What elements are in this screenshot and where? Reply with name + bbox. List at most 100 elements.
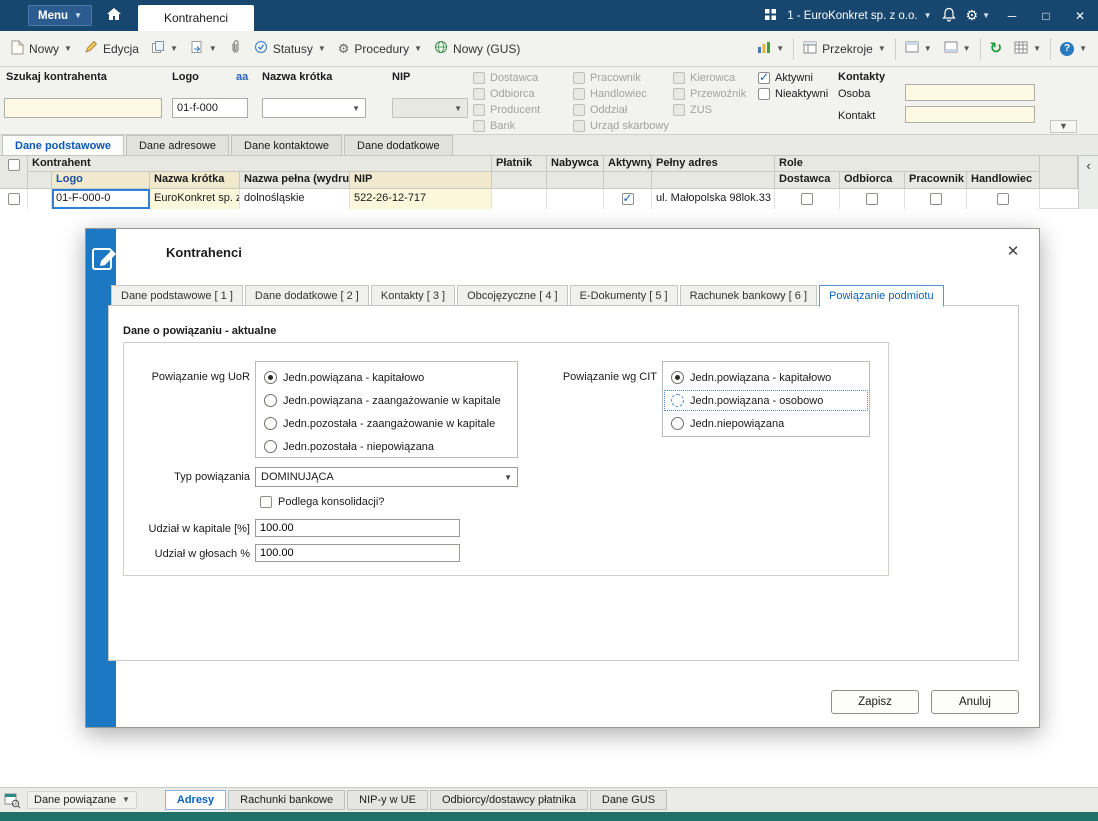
bottom-tab-rachunki-bankowe[interactable]: Rachunki bankowe bbox=[228, 790, 346, 810]
dialog-tab-dane-podstawowe[interactable]: Dane podstawowe [ 1 ] bbox=[111, 285, 243, 306]
cell-nabywca[interactable] bbox=[547, 189, 604, 209]
select-all-checkbox[interactable] bbox=[7, 159, 20, 171]
bottom-tab-odbiorcy-dostawcy[interactable]: Odbiorcy/dostawcy płatnika bbox=[429, 790, 588, 810]
company-selector[interactable]: 1 - EuroKonkret sp. z o.o. ▼ bbox=[787, 10, 931, 22]
cell-dostawca[interactable] bbox=[775, 189, 840, 209]
consolidation-checkbox[interactable]: Podlega konsolidacji? bbox=[260, 496, 384, 508]
table-row[interactable]: 01-F-000-0 EuroKonkret sp. z o.o. dolnoś… bbox=[0, 189, 1078, 209]
checkbox-nieaktywni[interactable]: Nieaktywni bbox=[758, 88, 828, 100]
cell-nazwa-krotka[interactable]: EuroKonkret sp. z o.o. bbox=[150, 189, 240, 209]
dialog-tab-powiazanie-podmiotu[interactable]: Powiązanie podmiotu bbox=[819, 285, 944, 307]
home-button[interactable] bbox=[106, 7, 122, 24]
bell-icon[interactable] bbox=[941, 7, 956, 25]
logo-input[interactable] bbox=[172, 98, 248, 118]
votes-share-input[interactable] bbox=[255, 544, 460, 562]
col-header-nazwa-krotka[interactable]: Nazwa krótka bbox=[150, 172, 240, 189]
menu-button[interactable]: Menu ▼ bbox=[28, 5, 92, 26]
bottom-tab-dane-gus[interactable]: Dane GUS bbox=[589, 790, 668, 810]
statuses-button[interactable]: Statusy ▼ bbox=[248, 36, 332, 61]
col-header-aktywny[interactable]: Aktywny bbox=[604, 156, 652, 172]
col-header-pelny-adres[interactable]: Pełny adres bbox=[652, 156, 775, 172]
dialog-tab-edokumenty[interactable]: E-Dokumenty [ 5 ] bbox=[569, 285, 678, 306]
apps-grid-icon[interactable] bbox=[764, 8, 777, 24]
relation-type-combo[interactable]: DOMINUJĄCA ▼ bbox=[255, 467, 518, 487]
group-header-role[interactable]: Role bbox=[775, 156, 1040, 172]
panel-layout-button[interactable]: ▼ bbox=[899, 37, 938, 60]
col-header-nazwa-pelna[interactable]: Nazwa pełna (wydruki) bbox=[240, 172, 350, 189]
save-button[interactable]: Zapisz bbox=[831, 690, 919, 714]
new-button[interactable]: Nowy ▼ bbox=[5, 36, 78, 62]
settings-gear-button[interactable]: ⚙ ▼ bbox=[966, 7, 990, 24]
radio-uor-2[interactable]: Jedn.pozostała - zaangażowanie w kapital… bbox=[256, 412, 517, 435]
col-header-nabywca[interactable]: Nabywca bbox=[547, 156, 604, 172]
radio-uor-3[interactable]: Jedn.pozostała - niepowiązana bbox=[256, 435, 517, 458]
handlowiec-checkbox[interactable] bbox=[997, 193, 1009, 205]
cell-nip[interactable]: 522-26-12-717 bbox=[350, 189, 492, 209]
filter-expand-button[interactable]: ▼ bbox=[1050, 120, 1077, 133]
select-all-cell[interactable] bbox=[0, 156, 28, 189]
cell-platnik[interactable] bbox=[492, 189, 547, 209]
col-header-dostawca[interactable]: Dostawca bbox=[775, 172, 840, 189]
chart-button[interactable]: ▼ bbox=[751, 37, 790, 61]
dialog-tab-rachunek-bankowy[interactable]: Rachunek bankowy [ 6 ] bbox=[679, 285, 818, 306]
dialog-tab-obcojezyczne[interactable]: Obcojęzyczne [ 4 ] bbox=[457, 285, 568, 306]
cell-pracownik[interactable] bbox=[905, 189, 967, 209]
copy-button[interactable]: ▼ bbox=[145, 36, 184, 61]
radio-uor-1[interactable]: Jedn.powiązana - zaangażowanie w kapital… bbox=[256, 389, 517, 412]
radio-uor-0[interactable]: Jedn.powiązana - kapitałowo bbox=[256, 366, 517, 389]
view-tab-dane-dodatkowe[interactable]: Dane dodatkowe bbox=[344, 135, 453, 155]
bottom-tab-nipy-w-ue[interactable]: NIP-y w UE bbox=[347, 790, 428, 810]
radio-cit-2[interactable]: Jedn.niepowiązana bbox=[663, 412, 869, 435]
col-header-pracownik[interactable]: Pracownik bbox=[905, 172, 967, 189]
col-header-nip[interactable]: NIP bbox=[350, 172, 492, 189]
short-name-combo[interactable]: ▼ bbox=[262, 98, 366, 118]
help-button[interactable]: ? ▼ bbox=[1054, 38, 1093, 60]
pracownik-checkbox[interactable] bbox=[929, 193, 942, 205]
contact-input[interactable] bbox=[905, 106, 1035, 123]
grid-settings-button[interactable]: ▼ bbox=[1008, 37, 1047, 61]
col-header-odbiorca[interactable]: Odbiorca bbox=[840, 172, 905, 189]
new-gus-button[interactable]: Nowy (GUS) bbox=[428, 36, 526, 61]
views-button[interactable]: Przekroje ▼ bbox=[797, 37, 892, 61]
cell-pelny-adres[interactable]: ul. Małopolska 98lok.33 bbox=[652, 189, 775, 209]
radio-cit-0[interactable]: Jedn.powiązana - kapitałowo bbox=[663, 366, 869, 389]
document-actions-button[interactable]: ▼ bbox=[184, 36, 223, 61]
radio-cit-1[interactable]: Jedn.powiązana - osobowo bbox=[663, 389, 869, 412]
maximize-button[interactable]: □ bbox=[1034, 4, 1058, 28]
view-tab-dane-podstawowe[interactable]: Dane podstawowe bbox=[2, 135, 124, 155]
case-toggle-button[interactable]: aa bbox=[236, 71, 248, 83]
search-input[interactable] bbox=[4, 98, 162, 118]
odbiorca-checkbox[interactable] bbox=[866, 193, 878, 205]
cancel-button[interactable]: Anuluj bbox=[931, 690, 1019, 714]
dialog-tab-kontakty[interactable]: Kontakty [ 3 ] bbox=[370, 285, 456, 306]
col-header-logo[interactable]: Logo bbox=[52, 172, 150, 189]
close-button[interactable]: ✕ bbox=[1068, 4, 1092, 28]
panel-layout-button-2[interactable]: ▼ bbox=[938, 37, 977, 60]
aktywny-checkbox[interactable] bbox=[621, 191, 634, 205]
dialog-tab-dane-dodatkowe[interactable]: Dane dodatkowe [ 2 ] bbox=[244, 285, 369, 306]
cell-aktywny[interactable] bbox=[604, 189, 652, 209]
dostawca-checkbox[interactable] bbox=[801, 193, 813, 205]
cell-handlowiec[interactable] bbox=[967, 189, 1040, 209]
tab-kontrahenci[interactable]: Kontrahenci bbox=[137, 5, 254, 31]
edit-button[interactable]: Edycja bbox=[78, 36, 145, 61]
cell-odbiorca[interactable] bbox=[840, 189, 905, 209]
procedures-button[interactable]: ⚙ Procedury ▼ bbox=[332, 38, 428, 60]
dialog-close-icon[interactable]: ✕ bbox=[1003, 241, 1023, 261]
attachment-button[interactable] bbox=[223, 36, 248, 61]
col-header-platnik[interactable]: Płatnik bbox=[492, 156, 547, 172]
checkbox-aktywni[interactable]: Aktywni bbox=[758, 70, 813, 84]
minimize-button[interactable]: ─ bbox=[1000, 4, 1024, 28]
refresh-button[interactable]: ↻ bbox=[984, 37, 1009, 60]
view-tab-dane-kontaktowe[interactable]: Dane kontaktowe bbox=[231, 135, 343, 155]
row-checkbox[interactable] bbox=[7, 193, 20, 205]
col-header-handlowiec[interactable]: Handlowiec bbox=[967, 172, 1040, 189]
cell-logo[interactable]: 01-F-000-0 bbox=[52, 189, 150, 209]
cell-nazwa-pelna[interactable]: dolnośląskie bbox=[240, 189, 350, 209]
group-header-kontrahent[interactable]: Kontrahent bbox=[28, 156, 492, 172]
related-data-button[interactable]: Dane powiązane ▼ bbox=[27, 791, 137, 809]
person-input[interactable] bbox=[905, 84, 1035, 101]
bottom-tab-adresy[interactable]: Adresy bbox=[164, 790, 227, 810]
row-select-cell[interactable] bbox=[0, 189, 28, 209]
collapse-panel-button[interactable]: ‹ bbox=[1078, 156, 1098, 209]
